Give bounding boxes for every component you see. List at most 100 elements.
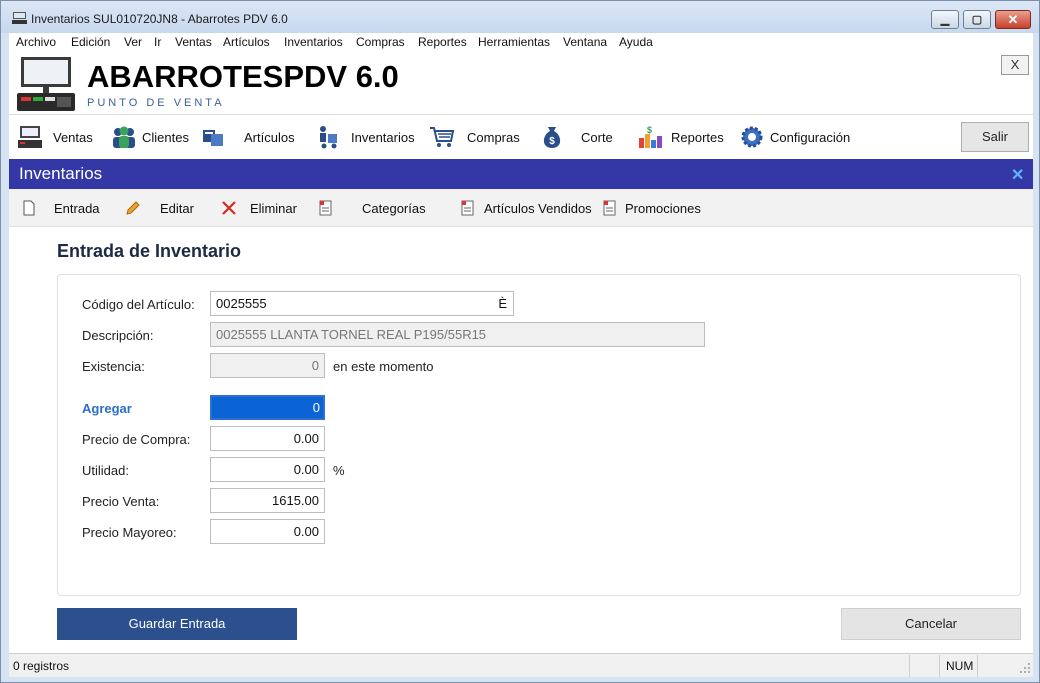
articulos-vendidos-label: Artículos Vendidos <box>484 201 592 216</box>
close-module-icon[interactable]: ✕ <box>1011 165 1024 185</box>
menu-compras[interactable]: Compras <box>356 35 405 49</box>
codigo-value: 0025555 <box>216 296 267 311</box>
pencil-icon <box>126 201 140 215</box>
records-count: 0 registros <box>13 659 70 673</box>
maximize-button[interactable]: ▢ <box>963 10 991 29</box>
entrada-button[interactable]: Entrada <box>21 200 101 218</box>
eliminar-button[interactable]: Eliminar <box>221 200 301 218</box>
computer-logo-icon <box>17 57 75 111</box>
existencia-label: Existencia: <box>82 359 145 374</box>
precio-compra-label: Precio de Compra: <box>82 432 191 447</box>
existencia-field[interactable]: 0 <box>210 353 325 378</box>
status-cell-empty <box>909 655 939 677</box>
toolbar-clientes-label: Clientes <box>142 130 189 145</box>
toolbar-configuracion[interactable]: Configuración <box>739 124 851 150</box>
menu-ventana[interactable]: Ventana <box>563 35 607 49</box>
menu-edicion[interactable]: Edición <box>71 35 110 49</box>
window-title: Inventarios SUL010720JN8 - Abarrotes PDV… <box>31 12 288 26</box>
app-subtitle: PUNTO DE VENTA <box>87 97 225 109</box>
resize-grip-icon[interactable] <box>1019 662 1031 674</box>
close-header-button[interactable]: X <box>1001 55 1029 75</box>
exit-button[interactable]: Salir <box>961 122 1029 152</box>
toolbar-articulos[interactable]: Artículos <box>201 124 296 150</box>
toolbar-articulos-label: Artículos <box>244 130 295 145</box>
svg-text:$: $ <box>549 136 555 147</box>
toolbar-configuracion-label: Configuración <box>770 130 851 145</box>
toolbar-compras[interactable]: Compras <box>429 124 521 150</box>
menu-herramientas[interactable]: Herramientas <box>478 35 550 49</box>
boxes-icon <box>203 130 223 146</box>
lookup-icon[interactable]: È <box>498 292 507 315</box>
bar-chart-icon: $ <box>639 125 662 148</box>
precio-compra-input[interactable]: 0.00 <box>210 426 325 451</box>
toolbar-inventarios-label: Inventarios <box>351 130 415 145</box>
menu-inventarios[interactable]: Inventarios <box>284 35 343 49</box>
agregar-label: Agregar <box>82 401 132 416</box>
precio-venta-input[interactable]: 1615.00 <box>210 488 325 513</box>
close-window-button[interactable]: ✕ <box>995 10 1031 29</box>
close-icon: ✕ <box>1007 12 1019 27</box>
promociones-button[interactable]: Promociones <box>601 200 705 218</box>
form-panel: Código del Artículo: 0025555 È Descripci… <box>57 274 1021 596</box>
page-title: Entrada de Inventario <box>57 241 242 261</box>
categorias-button[interactable]: Categorías <box>317 200 427 218</box>
utilidad-suffix: % <box>333 463 345 478</box>
app-icon <box>12 12 27 24</box>
content-area: Entrada de Inventario Código del Artícul… <box>9 227 1033 652</box>
toolbar-inventarios[interactable]: Inventarios <box>315 124 415 150</box>
report-icon <box>461 200 474 216</box>
precio-mayoreo-input[interactable]: 0.00 <box>210 519 325 544</box>
money-bag-icon: $ <box>543 127 561 148</box>
categorias-label: Categorías <box>362 201 426 216</box>
promociones-label: Promociones <box>625 201 701 216</box>
svg-text:$: $ <box>647 125 652 135</box>
codigo-input[interactable]: 0025555 È <box>210 291 514 316</box>
agregar-input[interactable]: 0 <box>210 395 325 420</box>
descripcion-label: Descripción: <box>82 328 154 343</box>
entrada-label: Entrada <box>54 201 100 216</box>
status-cell-num: NUM <box>939 655 977 677</box>
module-header: Inventarios ✕ <box>9 159 1033 189</box>
maximize-icon: ▢ <box>971 14 983 26</box>
cancel-button[interactable]: Cancelar <box>841 608 1021 640</box>
toolbar-ventas-label: Ventas <box>53 130 93 145</box>
app-brand: ABARROTESPDV 6.0 <box>87 59 399 94</box>
toolbar-compras-label: Compras <box>467 130 520 145</box>
title-bar[interactable]: Inventarios SUL010720JN8 - Abarrotes PDV… <box>1 1 1039 33</box>
module-title: Inventarios <box>19 164 103 183</box>
menu-archivo[interactable]: Archivo <box>16 35 56 49</box>
cash-register-icon <box>18 126 42 148</box>
client-area: Archivo Edición Ver Ir Ventas Artículos … <box>9 33 1033 677</box>
descripcion-field[interactable]: 0025555 LLANTA TORNEL REAL P195/55R15 <box>210 322 705 347</box>
toolbar-corte[interactable]: $ Corte <box>539 124 617 150</box>
agregar-value: 0 <box>212 397 323 418</box>
report-icon <box>603 200 616 216</box>
module-toolbar: Entrada Editar Eliminar Categorías Artíc… <box>9 189 1033 227</box>
status-cell-empty-2 <box>977 655 1015 677</box>
editar-label: Editar <box>160 201 194 216</box>
menu-ir[interactable]: Ir <box>154 35 161 49</box>
codigo-label: Código del Artículo: <box>82 297 195 312</box>
utilidad-input[interactable]: 0.00 <box>210 457 325 482</box>
menu-ventas[interactable]: Ventas <box>175 35 212 49</box>
toolbar-clientes[interactable]: Clientes <box>111 124 191 150</box>
minimize-button[interactable]: ▁ <box>931 10 959 29</box>
hand-truck-icon <box>320 126 337 149</box>
minimize-icon: ▁ <box>940 14 950 26</box>
save-entry-button[interactable]: Guardar Entrada <box>57 608 297 640</box>
gear-icon <box>741 126 763 148</box>
articulos-vendidos-button[interactable]: Artículos Vendidos <box>459 200 592 218</box>
menu-reportes[interactable]: Reportes <box>418 35 467 49</box>
menu-ayuda[interactable]: Ayuda <box>619 35 653 49</box>
toolbar-reportes[interactable]: $ Reportes <box>637 124 725 150</box>
editar-button[interactable]: Editar <box>125 200 197 218</box>
menu-ver[interactable]: Ver <box>124 35 142 49</box>
app-header: ABARROTESPDV 6.0 PUNTO DE VENTA X <box>9 51 1033 115</box>
report-icon <box>319 200 332 216</box>
existencia-suffix: en este momento <box>333 359 434 374</box>
eliminar-label: Eliminar <box>250 201 297 216</box>
toolbar-ventas[interactable]: Ventas <box>17 124 97 150</box>
menu-articulos[interactable]: Artículos <box>223 35 270 49</box>
toolbar-corte-label: Corte <box>581 130 613 145</box>
shopping-cart-icon <box>430 127 455 147</box>
